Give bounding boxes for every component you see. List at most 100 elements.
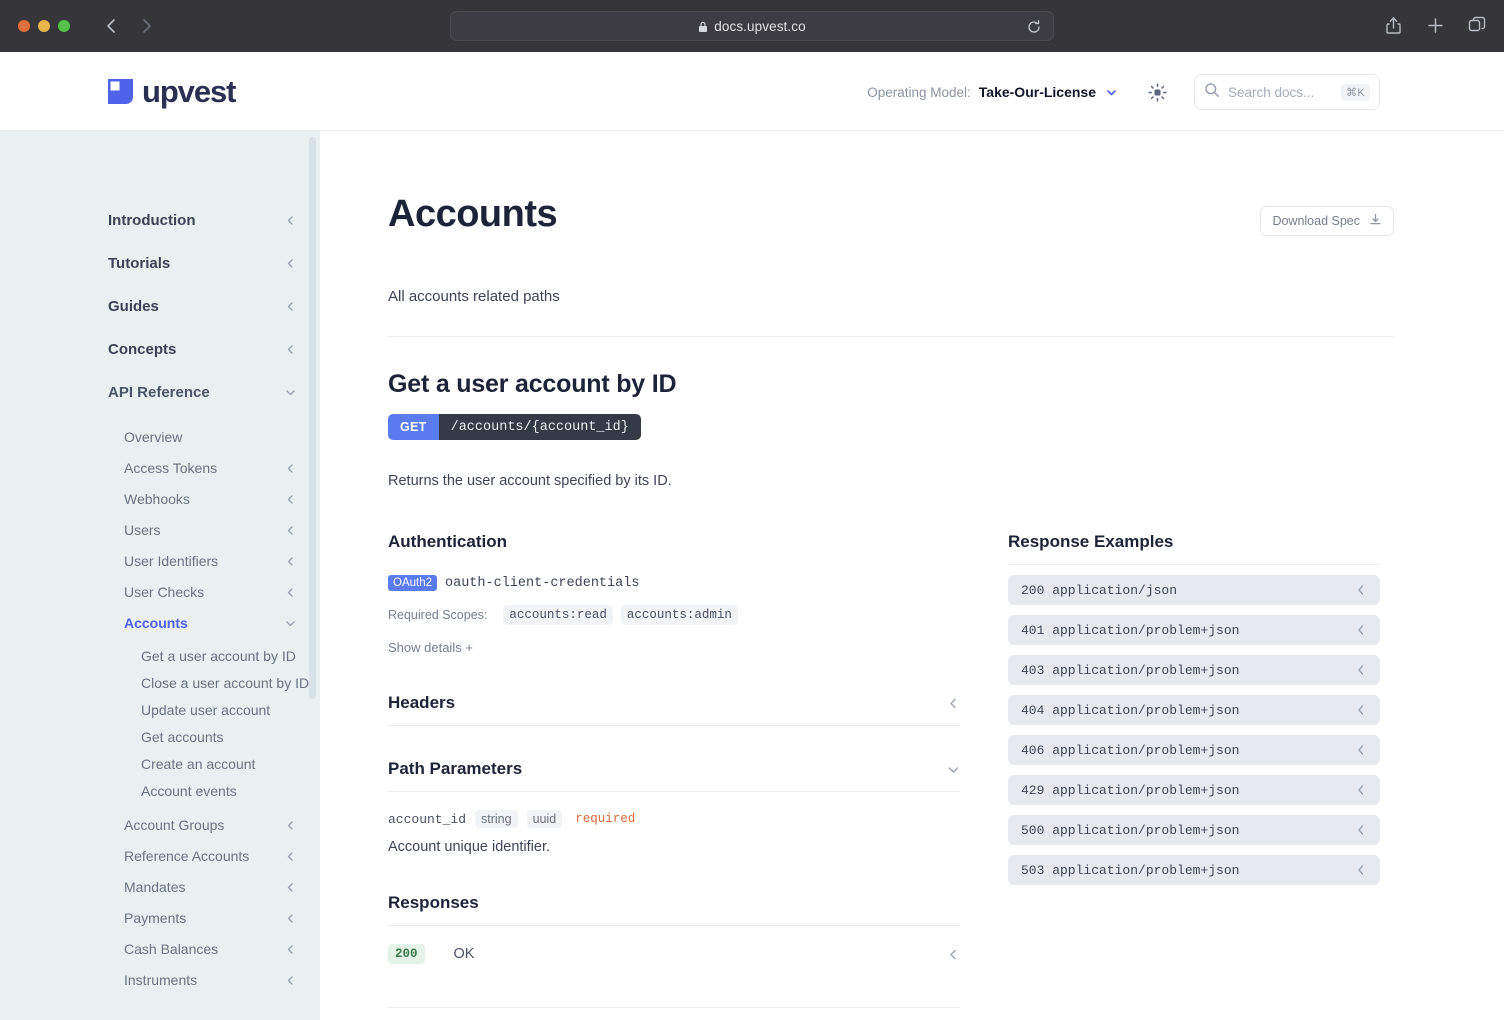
chevron-left-icon[interactable] (1355, 784, 1367, 796)
sidebar-item-close-a-user-account-by-id[interactable]: Close a user account by ID (141, 670, 320, 697)
headers-header-row[interactable]: Headers (388, 693, 960, 713)
download-icon (1369, 213, 1382, 229)
sidebar-item-user-identifiers[interactable]: User Identifiers (124, 546, 296, 577)
share-icon[interactable] (1382, 13, 1404, 37)
sidebar-item-instruments[interactable]: Instruments (124, 965, 296, 996)
chevron-down-icon[interactable] (1105, 86, 1118, 99)
url-bar[interactable]: docs.upvest.co (450, 11, 1054, 41)
sidebar-item-account-groups[interactable]: Account Groups (124, 810, 296, 841)
response-status-badge: 200 (388, 944, 425, 964)
scope-chip: accounts:read (503, 605, 613, 625)
response-example-item[interactable]: 503 application/problem+json (1008, 855, 1380, 885)
chevron-down-icon[interactable] (947, 763, 960, 776)
required-scopes-row: Required Scopes: accounts:read accounts:… (388, 605, 960, 625)
chevron-left-icon[interactable] (947, 697, 960, 710)
response-example-item[interactable]: 200 application/json (1008, 575, 1380, 605)
chevron-left-icon[interactable] (284, 258, 296, 270)
search-input[interactable]: Search docs... ⌘K (1194, 74, 1380, 110)
plus-icon[interactable] (1424, 13, 1446, 37)
body-layout: Introduction Tutorials Guides Concepts A… (0, 131, 1504, 1020)
response-example-label: 401 application/problem+json (1021, 622, 1240, 638)
section-divider (1008, 564, 1380, 565)
sidebar-item-guides[interactable]: Guides (108, 285, 296, 328)
maximize-window-button[interactable] (58, 20, 70, 32)
sidebar-item-webhooks[interactable]: Webhooks (124, 484, 296, 515)
chevron-left-icon[interactable] (284, 975, 296, 987)
chevron-left-icon[interactable] (284, 882, 296, 894)
sidebar-item-create-an-account[interactable]: Create an account (141, 751, 290, 778)
sidebar-item-reference-accounts[interactable]: Reference Accounts (124, 841, 296, 872)
path-parameters-header-row[interactable]: Path Parameters (388, 759, 960, 779)
show-details-toggle[interactable]: Show details + (388, 640, 960, 655)
sidebar-scrollbar-thumb[interactable] (309, 137, 316, 699)
upvest-logo[interactable]: upvest (108, 76, 236, 107)
sidebar-item-introduction[interactable]: Introduction (108, 199, 296, 242)
chevron-left-icon[interactable] (1355, 584, 1367, 596)
close-window-button[interactable] (18, 20, 30, 32)
sidebar-item-get-accounts[interactable]: Get accounts (141, 724, 290, 751)
response-example-item[interactable]: 401 application/problem+json (1008, 615, 1380, 645)
sun-icon[interactable] (1146, 81, 1168, 103)
sidebar-item-tutorials[interactable]: Tutorials (108, 242, 296, 285)
chevron-left-icon[interactable] (284, 587, 296, 599)
sidebar-item-api-reference[interactable]: API Reference (108, 371, 296, 414)
chevron-left-icon[interactable] (284, 851, 296, 863)
response-example-item[interactable]: 406 application/problem+json (1008, 735, 1380, 765)
chevron-down-icon[interactable] (284, 618, 296, 630)
chevron-left-icon[interactable] (284, 301, 296, 313)
chevron-left-icon[interactable] (284, 944, 296, 956)
sidebar-item-payments[interactable]: Payments (124, 903, 296, 934)
sidebar-item-cash-balances[interactable]: Cash Balances (124, 934, 296, 965)
response-example-label: 500 application/problem+json (1021, 822, 1240, 838)
sidebar-item-overview[interactable]: Overview (124, 422, 296, 453)
chevron-left-icon[interactable] (284, 913, 296, 925)
back-arrow-icon[interactable] (98, 13, 124, 39)
reload-icon[interactable] (1026, 19, 1042, 35)
endpoint-badge: GET /accounts/{account_id} (388, 414, 641, 440)
sidebar-item-account-events[interactable]: Account events (141, 778, 290, 805)
sidebar-item-concepts[interactable]: Concepts (108, 328, 296, 371)
download-spec-button[interactable]: Download Spec (1260, 206, 1394, 236)
operating-model-value[interactable]: Take-Our-License (979, 84, 1096, 100)
chevron-left-icon[interactable] (1355, 664, 1367, 676)
response-example-item[interactable]: 403 application/problem+json (1008, 655, 1380, 685)
response-example-item[interactable]: 429 application/problem+json (1008, 775, 1380, 805)
sidebar-item-access-tokens[interactable]: Access Tokens (124, 453, 296, 484)
response-examples-heading: Response Examples (1008, 532, 1174, 551)
forward-arrow-icon[interactable] (134, 13, 160, 39)
param-description: Account unique identifier. (388, 839, 551, 855)
sidebar-item-users[interactable]: Users (124, 515, 296, 546)
chevron-left-icon[interactable] (284, 494, 296, 506)
chevron-down-icon[interactable] (284, 387, 296, 399)
sidebar-item-label: Update user account (141, 702, 271, 719)
sidebar-item-label: Close a user account by ID (141, 675, 310, 692)
response-example-item[interactable]: 500 application/problem+json (1008, 815, 1380, 845)
headers-heading: Headers (388, 693, 456, 712)
sidebar-item-update-user-account[interactable]: Update user account (141, 697, 290, 724)
response-row[interactable]: 401 Unauthorized. The caller has not bee… (388, 1008, 960, 1020)
chevron-left-icon[interactable] (284, 820, 296, 832)
chevron-left-icon[interactable] (947, 948, 960, 961)
chevron-left-icon[interactable] (284, 215, 296, 227)
sidebar-item-accounts[interactable]: Accounts (124, 608, 296, 639)
chevron-left-icon[interactable] (1355, 744, 1367, 756)
response-example-item[interactable]: 404 application/problem+json (1008, 695, 1380, 725)
sidebar-scrollbar-track[interactable] (308, 131, 318, 1020)
chevron-left-icon[interactable] (284, 463, 296, 475)
tab-overview-icon[interactable] (1466, 13, 1488, 37)
sidebar-item-get-a-user-account-by-id[interactable]: Get a user account by ID (141, 643, 320, 670)
browser-nav-arrows (98, 13, 160, 39)
chevron-left-icon[interactable] (1355, 824, 1367, 836)
chevron-left-icon[interactable] (1355, 704, 1367, 716)
chevron-left-icon[interactable] (1355, 864, 1367, 876)
sidebar-item-label: User Checks (124, 584, 205, 601)
chevron-left-icon[interactable] (284, 525, 296, 537)
sidebar-item-user-checks[interactable]: User Checks (124, 577, 296, 608)
chevron-left-icon[interactable] (284, 556, 296, 568)
section-divider (388, 791, 960, 792)
minimize-window-button[interactable] (38, 20, 50, 32)
response-row[interactable]: 200 OK (388, 926, 960, 1008)
chevron-left-icon[interactable] (284, 344, 296, 356)
chevron-left-icon[interactable] (1355, 624, 1367, 636)
sidebar-item-mandates[interactable]: Mandates (124, 872, 296, 903)
